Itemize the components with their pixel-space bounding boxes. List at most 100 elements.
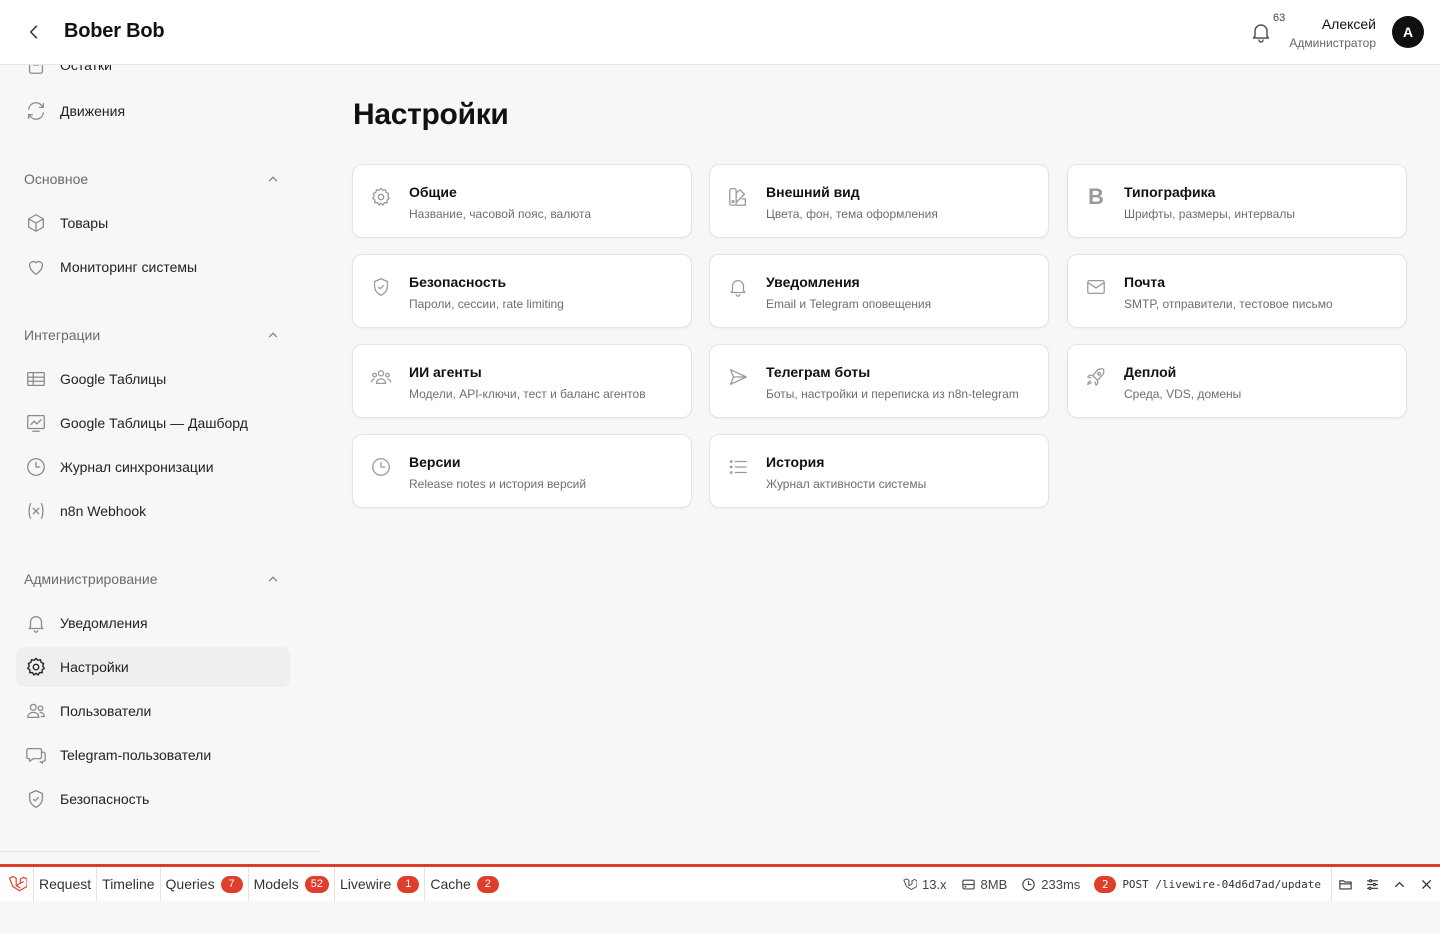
laravel-logo-icon[interactable] xyxy=(0,867,34,901)
card-title: Версии xyxy=(409,454,461,470)
debug-meta: 13.x 8MB 233ms 2 POST /livewire-04d6d7ad… xyxy=(902,867,1440,901)
sidebar-item-label: n8n Webhook xyxy=(60,503,147,519)
cube-icon xyxy=(24,211,48,235)
debug-version: 13.x xyxy=(902,877,947,892)
settings-card-deploy[interactable]: Деплой Среда, VDS, домены xyxy=(1067,344,1407,418)
debug-route[interactable]: 2 POST /livewire-04d6d7ad/update xyxy=(1094,867,1332,901)
gear-icon xyxy=(24,655,48,679)
chevron-up-icon xyxy=(268,576,278,582)
settings-card-history[interactable]: История Журнал активности системы xyxy=(709,434,1049,508)
clock-icon xyxy=(369,455,393,479)
top-bar: Bober Bob 63 Алексей Администратор А xyxy=(0,0,1440,65)
sidebar-item-label: Журнал синхронизации xyxy=(60,459,214,475)
card-description: Модели, API-ключи, тест и баланс агентов xyxy=(409,387,646,401)
server-icon xyxy=(961,879,975,889)
chat-icon xyxy=(24,743,48,767)
users-icon xyxy=(24,699,48,723)
sidebar-item-label: Google Таблицы — Дашборд xyxy=(60,415,248,431)
user-name[interactable]: Алексей xyxy=(1322,16,1376,32)
debug-badge: 2 xyxy=(1094,875,1117,893)
sidebar-group-admin[interactable]: Администрирование xyxy=(24,567,280,591)
sidebar-item-security[interactable]: Безопасность xyxy=(16,779,290,819)
settings-card-general[interactable]: Общие Название, часовой пояс, валюта xyxy=(352,164,692,238)
settings-card-telegram-bots[interactable]: Телеграм боты Боты, настройки и переписк… xyxy=(709,344,1049,418)
card-title: Общие xyxy=(409,184,457,200)
debug-tab-models[interactable]: Models 52 xyxy=(249,867,335,901)
debug-bar: Request Timeline Queries 7 Models 52 Livew… xyxy=(0,864,1440,901)
card-title: Почта xyxy=(1124,274,1166,290)
sidebar-item-notifications[interactable]: Уведомления xyxy=(16,603,290,643)
sidebar-item-products[interactable]: Товары xyxy=(16,203,290,243)
refresh-icon xyxy=(24,99,48,123)
sidebar-item-label: Telegram-пользователи xyxy=(60,747,212,763)
debug-tab-label: Cache xyxy=(430,876,471,892)
card-title: ИИ агенты xyxy=(409,364,482,380)
variable-icon xyxy=(24,499,48,523)
sidebar-group-label: Интеграции xyxy=(24,327,101,343)
card-title: Внешний вид xyxy=(766,184,860,200)
sidebar-group-integrations[interactable]: Интеграции xyxy=(24,323,280,347)
close-icon xyxy=(1422,879,1431,889)
settings-card-mail[interactable]: Почта SMTP, отправители, тестовое письмо xyxy=(1067,254,1407,328)
app-brand[interactable]: Bober Bob xyxy=(64,20,165,43)
table-icon xyxy=(24,367,48,391)
debug-badge: 52 xyxy=(304,875,329,893)
sidebar-group-main[interactable]: Основное xyxy=(24,167,280,191)
sidebar-item-google-sheets[interactable]: Google Таблицы xyxy=(16,359,290,399)
settings-card-security[interactable]: Безопасность Пароли, сессии, rate limiti… xyxy=(352,254,692,328)
bell-icon xyxy=(726,275,750,299)
folder-icon xyxy=(1339,879,1352,889)
card-description: Шрифты, размеры, интервалы xyxy=(1124,207,1295,221)
bell-icon xyxy=(24,611,48,635)
debug-badge: 2 xyxy=(476,875,499,893)
card-description: Release notes и история версий xyxy=(409,477,587,491)
card-description: Email и Telegram оповещения xyxy=(766,297,932,311)
sidebar-item-movements[interactable]: Движения xyxy=(16,91,290,131)
debug-tab-label: Livewire xyxy=(339,876,392,892)
debug-tab-timeline[interactable]: Timeline xyxy=(97,867,161,901)
user-role: Администратор xyxy=(1289,36,1376,50)
chevron-up-icon xyxy=(268,176,278,182)
debug-tab-livewire[interactable]: Livewire 1 xyxy=(335,867,426,901)
sidebar-item-monitoring[interactable]: Мониторинг системы xyxy=(16,247,290,287)
open-folder-button[interactable] xyxy=(1332,867,1359,901)
settings-card-appearance[interactable]: Внешний вид Цвета, фон, тема оформления xyxy=(709,164,1049,238)
debug-memory: 8MB xyxy=(961,876,1008,892)
clock-icon xyxy=(24,455,48,479)
sidebar-item-google-sheets-dashboard[interactable]: Google Таблицы — Дашборд xyxy=(16,403,290,443)
debug-tab-cache[interactable]: Cache 2 xyxy=(425,867,503,901)
rocket-icon xyxy=(1084,365,1108,389)
maximize-button[interactable] xyxy=(1386,867,1413,901)
list-icon xyxy=(726,455,750,479)
settings-card-versions[interactable]: Версии Release notes и история версий xyxy=(352,434,692,508)
clipboard-icon xyxy=(24,65,48,77)
back-button[interactable] xyxy=(22,20,46,44)
clock-icon xyxy=(1022,877,1035,891)
sidebar-group-label: Администрирование xyxy=(24,571,158,587)
card-description: Среда, VDS, домены xyxy=(1124,387,1242,401)
user-group-icon xyxy=(369,365,393,389)
sidebar-item-stock[interactable]: Остатки xyxy=(16,65,290,85)
debug-tab-queries[interactable]: Queries 7 xyxy=(161,867,249,901)
sidebar-item-sync-log[interactable]: Журнал синхронизации xyxy=(16,447,290,487)
settings-card-notifications[interactable]: Уведомления Email и Telegram оповещения xyxy=(709,254,1049,328)
chevron-up-icon xyxy=(1395,881,1404,887)
avatar[interactable]: А xyxy=(1392,16,1424,48)
settings-card-ai-agents[interactable]: ИИ агенты Модели, API-ключи, тест и бала… xyxy=(352,344,692,418)
settings-card-typography[interactable]: B Типографика Шрифты, размеры, интервалы xyxy=(1067,164,1407,238)
debug-badge: 1 xyxy=(397,875,420,893)
sidebar-item-users[interactable]: Пользователи xyxy=(16,691,290,731)
debug-tab-request[interactable]: Request xyxy=(34,867,98,901)
debug-time: 233ms xyxy=(1021,877,1080,892)
sidebar-item-n8n-webhook[interactable]: n8n Webhook xyxy=(16,491,290,531)
sidebar-item-telegram-users[interactable]: Telegram-пользователи xyxy=(16,735,290,775)
card-title: Уведомления xyxy=(766,274,860,290)
sidebar-item-label: Пользователи xyxy=(60,703,152,719)
settings-button[interactable] xyxy=(1359,867,1386,901)
debug-tab-label: Request xyxy=(39,876,92,892)
notifications-button[interactable] xyxy=(1249,20,1275,46)
sidebar-item-settings[interactable]: Настройки xyxy=(16,647,290,687)
sidebar-item-label: Настройки xyxy=(60,659,129,675)
debug-memory-text: 8MB xyxy=(980,876,1008,892)
close-button[interactable] xyxy=(1413,867,1440,901)
